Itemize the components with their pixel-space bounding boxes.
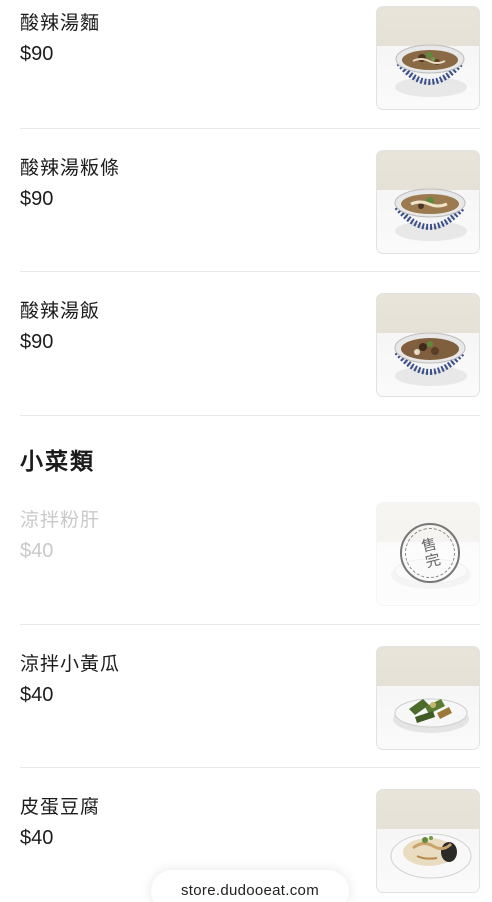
menu-item[interactable]: 涼拌小黃瓜 $40 — [0, 625, 492, 768]
item-name: 酸辣湯飯 — [20, 300, 101, 322]
divider — [20, 415, 480, 416]
century-egg-tofu-photo — [376, 789, 480, 893]
item-name: 皮蛋豆腐 — [20, 796, 101, 818]
hot-sour-soup-rice-photo — [376, 293, 480, 397]
item-price: $40 — [20, 684, 54, 706]
sold-out-label: 售完 — [399, 522, 461, 584]
hot-sour-soup-noodle-photo — [376, 6, 480, 110]
item-name: 酸辣湯麵 — [20, 12, 101, 34]
sold-out-stamp: 售完 — [399, 522, 461, 584]
item-price: $90 — [20, 43, 54, 65]
item-name: 酸辣湯粄條 — [20, 157, 121, 179]
item-price: $90 — [20, 188, 54, 210]
menu-item[interactable]: 酸辣湯麵 $90 — [0, 0, 492, 129]
hot-sour-soup-rice-noodle-photo — [376, 150, 480, 254]
cucumber-salad-photo — [376, 646, 480, 750]
store-url-link[interactable]: store.dudooeat.com — [151, 870, 349, 902]
item-price: $40 — [20, 540, 54, 562]
menu-item[interactable]: 酸辣湯粄條 $90 — [0, 129, 492, 272]
menu-item[interactable]: 酸辣湯飯 $90 — [0, 272, 492, 416]
item-name: 涼拌粉肝 — [20, 509, 101, 531]
item-name: 涼拌小黃瓜 — [20, 653, 121, 675]
item-price: $90 — [20, 331, 54, 353]
section-title: 小菜類 — [20, 449, 95, 475]
item-price: $40 — [20, 827, 54, 849]
